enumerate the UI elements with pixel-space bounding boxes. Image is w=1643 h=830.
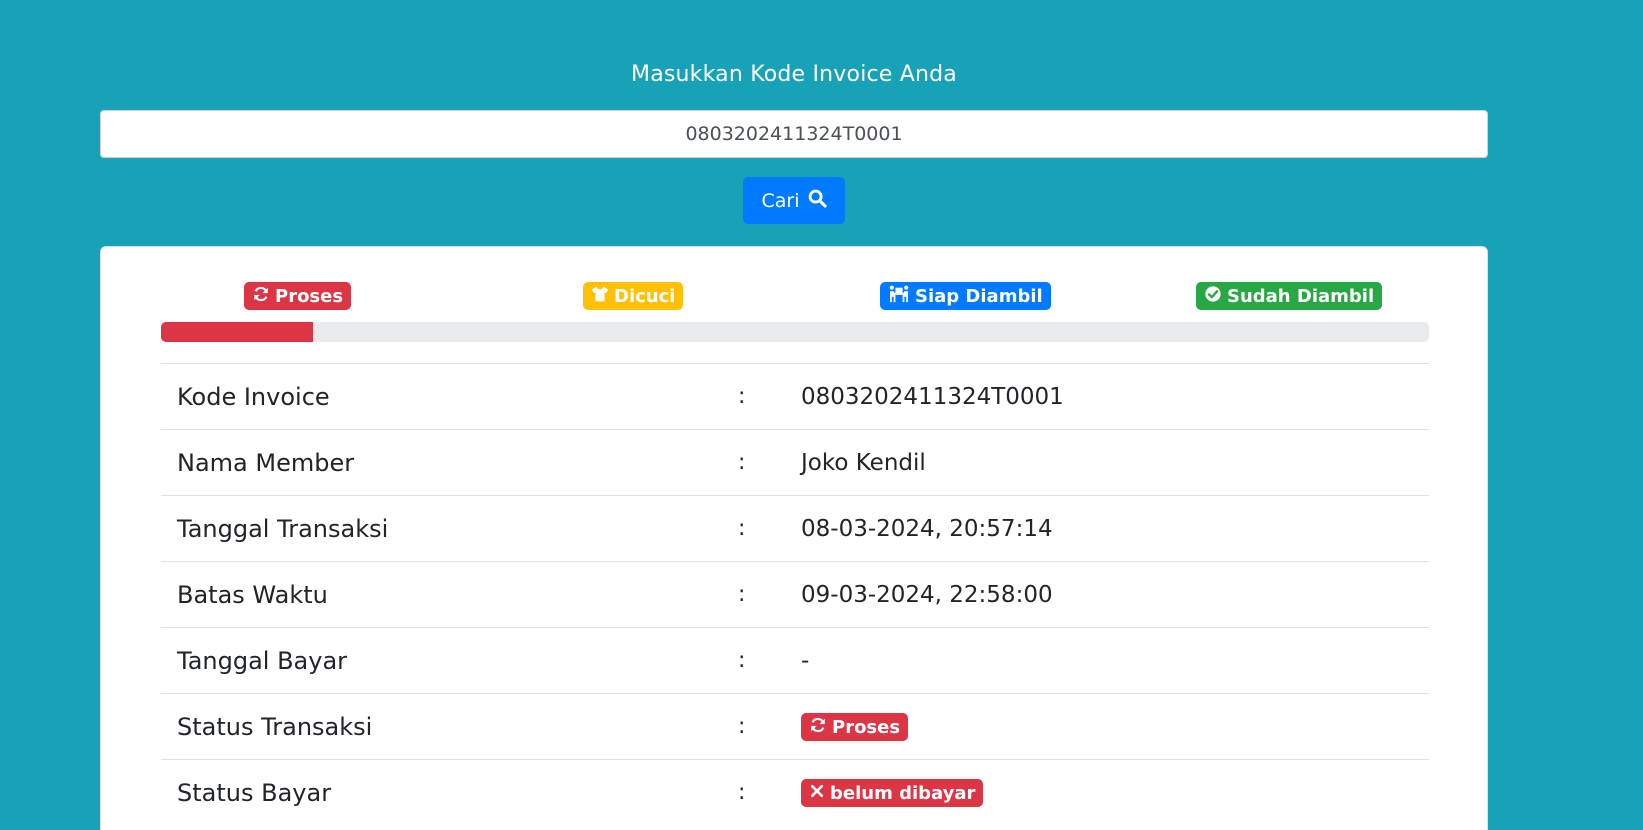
detail-row-tanggal-bayar: Tanggal Bayar : - [161, 627, 1429, 693]
detail-row-batas-waktu: Batas Waktu : 09-03-2024, 22:58:00 [161, 561, 1429, 627]
invoice-details: Kode Invoice : 0803202411324T0001 Nama M… [161, 363, 1429, 825]
detail-separator: : [738, 384, 746, 409]
detail-value: 08-03-2024, 20:57:14 [801, 516, 1053, 542]
step-badge-siap-diambil: Siap Diambil [880, 282, 1051, 310]
check-circle-icon [1204, 285, 1222, 308]
status-bayar-container: belum dibayar [801, 779, 984, 807]
step-badge-proses: Proses [244, 282, 352, 310]
people-carry-icon [888, 285, 910, 308]
invoice-code-input[interactable] [100, 110, 1488, 158]
status-badge-label: Proses [832, 716, 901, 738]
payment-status-label: belum dibayar [830, 782, 976, 804]
status-transaksi-container: Proses [801, 713, 909, 741]
progress-fill [161, 322, 314, 342]
detail-label: Nama Member [177, 449, 355, 477]
search-icon [808, 189, 827, 213]
detail-separator: : [738, 780, 746, 805]
step-badge-sudah-diambil: Sudah Diambil [1196, 282, 1383, 310]
detail-row-nama-member: Nama Member : Joko Kendil [161, 429, 1429, 495]
sync-icon [252, 285, 270, 308]
search-button-label: Cari [761, 189, 800, 212]
detail-separator: : [738, 450, 746, 475]
page: Masukkan Kode Invoice Anda Cari [0, 0, 1643, 830]
sync-icon [809, 716, 827, 739]
detail-label: Status Transaksi [177, 713, 373, 741]
search-button[interactable]: Cari [743, 177, 845, 224]
page-title: Masukkan Kode Invoice Anda [631, 62, 957, 87]
payment-status-badge: belum dibayar [801, 779, 984, 807]
detail-label: Kode Invoice [177, 383, 330, 411]
detail-separator: : [738, 714, 746, 739]
step-label: Proses [275, 285, 344, 307]
detail-label: Tanggal Bayar [177, 647, 348, 675]
step-label: Sudah Diambil [1227, 285, 1375, 307]
detail-value: 09-03-2024, 22:58:00 [801, 582, 1053, 608]
detail-separator: : [738, 516, 746, 541]
detail-value: 0803202411324T0001 [801, 384, 1064, 410]
detail-label: Status Bayar [177, 779, 332, 807]
invoice-card: Proses Dicuci Siap Diambil Sudah Diambil… [100, 246, 1488, 830]
progress-bar [161, 322, 1429, 342]
detail-row-status-bayar: Status Bayar : belum dibayar [161, 759, 1429, 825]
detail-row-kode-invoice: Kode Invoice : 0803202411324T0001 [161, 363, 1429, 429]
detail-separator: : [738, 582, 746, 607]
step-label: Dicuci [614, 285, 676, 307]
detail-value: Joko Kendil [801, 450, 926, 476]
status-steps: Proses Dicuci Siap Diambil Sudah Diambil [161, 282, 1429, 312]
detail-row-status-transaksi: Status Transaksi : Proses [161, 693, 1429, 759]
status-badge: Proses [801, 713, 909, 741]
detail-separator: : [738, 648, 746, 673]
detail-value: - [801, 648, 810, 674]
detail-label: Tanggal Transaksi [177, 515, 389, 543]
times-icon [809, 783, 825, 804]
detail-row-tanggal-transaksi: Tanggal Transaksi : 08-03-2024, 20:57:14 [161, 495, 1429, 561]
tshirt-icon [591, 285, 609, 308]
detail-label: Batas Waktu [177, 581, 328, 609]
step-label: Siap Diambil [915, 285, 1043, 307]
step-badge-dicuci: Dicuci [583, 282, 684, 310]
